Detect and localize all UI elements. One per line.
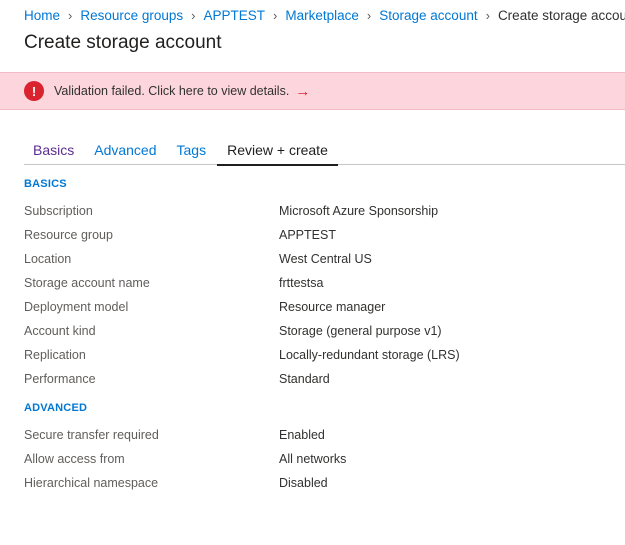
arrow-right-icon: → <box>295 82 311 100</box>
summary-row: Subscription Microsoft Azure Sponsorship <box>24 199 604 223</box>
tab-bar: Basics Advanced Tags Review + create <box>24 136 625 166</box>
breadcrumb-home[interactable]: Home <box>24 8 60 23</box>
row-label: Subscription <box>24 204 93 218</box>
chevron-right-icon: › <box>68 7 73 23</box>
summary-row: Performance Standard <box>24 367 604 391</box>
summary-row: Storage account name frttestsa <box>24 271 604 295</box>
row-label: Deployment model <box>24 300 129 314</box>
row-value: All networks <box>279 452 347 466</box>
page-title: Create storage account <box>24 32 222 53</box>
row-value: Disabled <box>279 476 328 490</box>
summary-row: Hierarchical namespace Disabled <box>24 471 604 495</box>
row-value: West Central US <box>279 252 372 266</box>
chevron-right-icon: › <box>191 7 196 23</box>
row-value: Resource manager <box>279 300 386 314</box>
summary-row: Secure transfer required Enabled <box>24 423 604 447</box>
error-icon: ! <box>24 81 44 101</box>
row-label: Resource group <box>24 228 113 242</box>
summary-row: Deployment model Resource manager <box>24 295 604 319</box>
tab-tags[interactable]: Tags <box>168 142 216 164</box>
create-storage-account-page: Home › Resource groups › APPTEST › Marke… <box>0 0 625 545</box>
row-value: Locally-redundant storage (LRS) <box>279 348 460 362</box>
summary-row: Allow access from All networks <box>24 447 604 471</box>
row-value: Enabled <box>279 428 325 442</box>
row-value: APPTEST <box>279 228 336 242</box>
chevron-right-icon: › <box>273 7 278 23</box>
breadcrumb-resource-groups[interactable]: Resource groups <box>80 8 183 23</box>
row-label: Location <box>24 252 72 266</box>
section-heading-advanced: ADVANCED <box>24 402 88 414</box>
row-label: Secure transfer required <box>24 428 159 442</box>
row-value: Standard <box>279 372 330 386</box>
tab-review-create[interactable]: Review + create <box>217 142 338 166</box>
row-value: frttestsa <box>279 276 324 290</box>
row-label: Replication <box>24 348 86 362</box>
row-value: Storage (general purpose v1) <box>279 324 442 338</box>
row-value: Microsoft Azure Sponsorship <box>279 204 439 218</box>
row-label: Storage account name <box>24 276 150 290</box>
row-label: Allow access from <box>24 452 125 466</box>
breadcrumb-storage-account[interactable]: Storage account <box>379 8 477 23</box>
validation-error-banner[interactable]: ! Validation failed. Click here to view … <box>0 72 625 110</box>
breadcrumb: Home › Resource groups › APPTEST › Marke… <box>24 0 625 30</box>
summary-row: Replication Locally-redundant storage (L… <box>24 343 604 367</box>
breadcrumb-apptest[interactable]: APPTEST <box>204 8 266 23</box>
row-label: Performance <box>24 372 96 386</box>
row-label: Account kind <box>24 324 96 338</box>
banner-message: Validation failed. Click here to view de… <box>54 84 290 98</box>
breadcrumb-current: Create storage account <box>497 7 625 23</box>
chevron-right-icon: › <box>485 7 490 23</box>
summary-row: Resource group APPTEST <box>24 223 604 247</box>
row-label: Hierarchical namespace <box>24 476 159 490</box>
summary-row: Account kind Storage (general purpose v1… <box>24 319 604 343</box>
chevron-right-icon: › <box>366 7 372 23</box>
tab-advanced[interactable]: Advanced <box>85 142 165 164</box>
section-heading-basics: BASICS <box>24 178 67 190</box>
tab-basics[interactable]: Basics <box>24 142 83 164</box>
breadcrumb-marketplace[interactable]: Marketplace <box>285 8 359 23</box>
summary-row: Location West Central US <box>24 247 604 271</box>
